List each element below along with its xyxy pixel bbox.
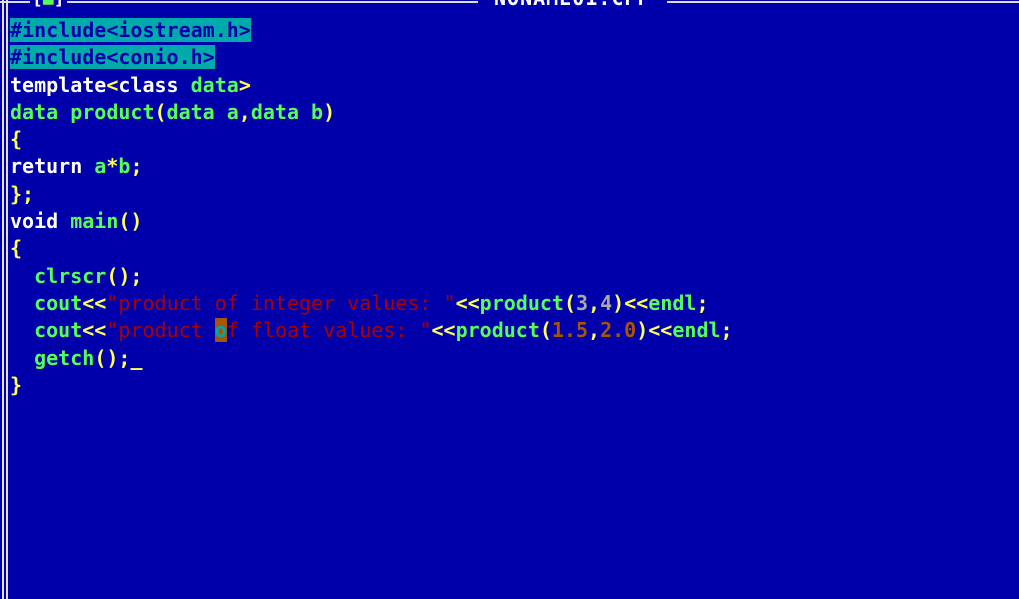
code-token: 2.0 (600, 318, 637, 343)
code-token: , (238, 99, 251, 124)
editor-window: [■] NONAME01.CPP #include<iostream.h>#in… (0, 0, 1019, 599)
code-line[interactable]: cout<<"product of float values: "<<produ… (10, 317, 1019, 344)
text-caret: _ (130, 345, 143, 370)
code-token: void (10, 209, 71, 234)
close-button[interactable]: [■] (30, 0, 67, 9)
code-token: #include<iostream.h> (10, 18, 251, 42)
code-line[interactable]: { (10, 126, 1019, 153)
code-token: "product of integer values: " (106, 290, 456, 315)
code-token: << (431, 318, 456, 343)
code-token: 3 (576, 290, 589, 315)
code-line[interactable]: return a*b; (10, 153, 1019, 180)
code-token: ) (323, 99, 336, 124)
code-token: , (588, 318, 601, 343)
code-token: ; (130, 154, 143, 179)
code-token: 1.5 (551, 318, 589, 343)
code-token: ) (636, 318, 649, 343)
code-line[interactable]: #include<iostream.h> (10, 17, 1019, 44)
code-token: data a (166, 99, 239, 124)
code-token: a (94, 154, 107, 179)
code-token: 4 (600, 290, 613, 315)
code-line[interactable]: }; (10, 181, 1019, 208)
code-token: b (118, 154, 131, 179)
code-token: data b (250, 99, 324, 124)
code-token: endl (648, 290, 697, 315)
code-editor[interactable]: #include<iostream.h> #include<conio.h> tem… (10, 17, 1019, 399)
code-line[interactable]: data product(data a,data b) (10, 99, 1019, 126)
code-token: getch (34, 345, 95, 370)
code-token: main (70, 209, 119, 234)
code-token: data (190, 72, 239, 97)
code-token: * (106, 154, 119, 179)
code-token: () (118, 209, 143, 234)
code-token: clrscr (34, 263, 107, 288)
code-token: product (455, 318, 540, 343)
code-line[interactable]: cout<<"product of integer values: "<<pro… (10, 290, 1019, 317)
code-line[interactable]: template<class data> (10, 72, 1019, 99)
code-token: ; (720, 318, 733, 343)
code-token: { (10, 127, 23, 152)
code-token: data product (10, 99, 155, 124)
code-line[interactable]: clrscr(); (10, 263, 1019, 290)
code-token: << (82, 290, 107, 315)
code-line[interactable]: #include<conio.h> (10, 44, 1019, 71)
code-token: class (118, 72, 179, 97)
code-line[interactable]: getch();_ (10, 345, 1019, 372)
code-line[interactable]: void main() (10, 208, 1019, 235)
code-token: < (106, 72, 119, 97)
code-line[interactable]: } (10, 372, 1019, 399)
code-token: template (10, 72, 107, 97)
code-token: > (238, 72, 251, 97)
code-token: ( (563, 290, 576, 315)
code-token: return (10, 154, 95, 179)
code-token: cout (34, 290, 83, 315)
code-token: << (455, 290, 480, 315)
code-token: #include<conio.h> (10, 45, 215, 70)
code-token: << (82, 318, 107, 343)
code-token: f float values: " (226, 318, 432, 343)
code-line[interactable]: { (10, 235, 1019, 262)
code-token: (); (94, 345, 131, 370)
code-token: (); (106, 263, 143, 288)
code-token: ) (612, 290, 625, 315)
code-token: << (624, 290, 649, 315)
code-token: ( (154, 99, 167, 124)
code-token: } (10, 372, 23, 397)
window-title: NONAME01.CPP (478, 0, 667, 6)
code-token: , (588, 290, 601, 315)
close-icon: [■] (32, 0, 65, 9)
code-token: << (648, 318, 673, 343)
window-frame-left (2, 0, 8, 599)
code-token: cout (34, 318, 83, 343)
code-token: ( (539, 318, 552, 343)
cursor-highlight: o (214, 318, 227, 343)
code-token: }; (10, 181, 35, 206)
code-token: "product (106, 318, 215, 343)
code-token: ; (696, 290, 709, 315)
code-token: endl (672, 318, 721, 343)
code-token: product (479, 290, 564, 315)
code-token: { (10, 236, 23, 261)
